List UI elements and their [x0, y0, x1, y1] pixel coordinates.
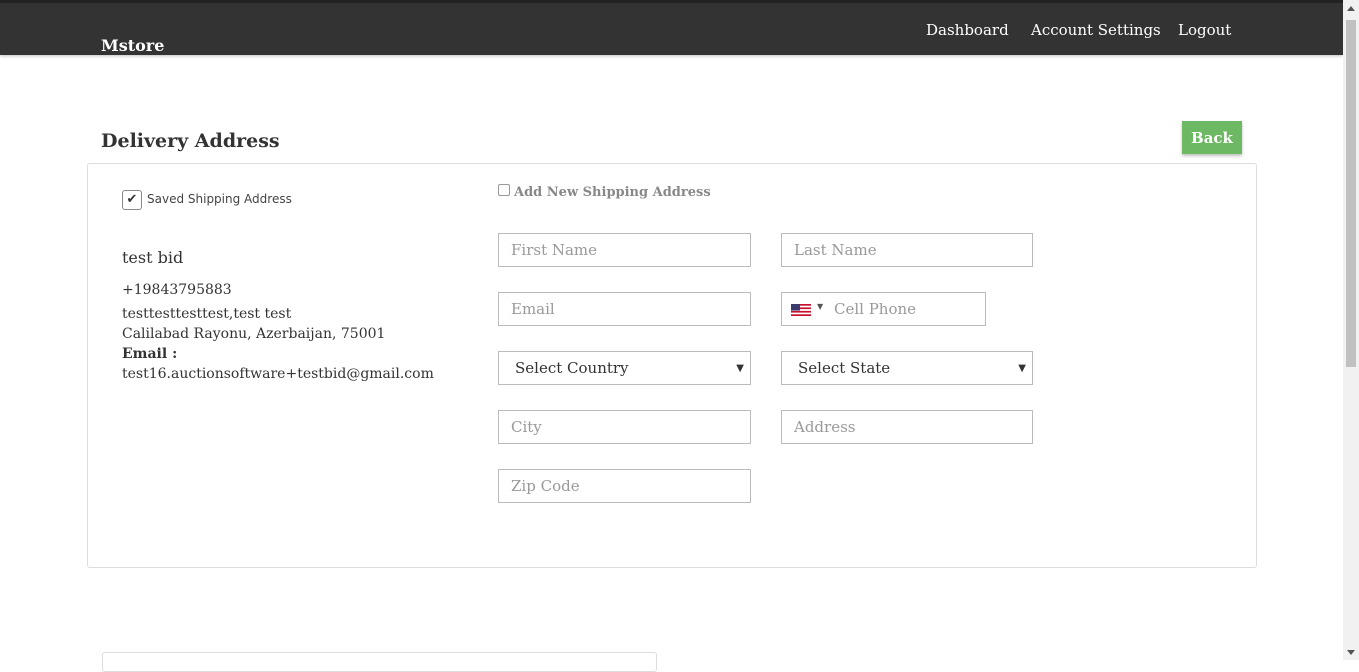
- cell-phone-field: ▼: [781, 292, 990, 326]
- page-scrollbar[interactable]: [1343, 0, 1359, 660]
- chevron-down-icon: ▼: [1018, 363, 1026, 374]
- zip-code-input[interactable]: [498, 469, 751, 503]
- new-address-checkbox[interactable]: [498, 184, 510, 196]
- cell-phone-input[interactable]: [828, 293, 990, 325]
- scroll-down-arrow-icon[interactable]: [1347, 650, 1355, 655]
- saved-address-label: Saved Shipping Address: [147, 192, 292, 206]
- next-section-box: [102, 652, 657, 672]
- nav-account-settings[interactable]: Account Settings: [1031, 21, 1161, 39]
- chevron-down-icon: ▼: [736, 363, 744, 374]
- new-address-label: Add New Shipping Address: [514, 185, 711, 200]
- saved-address-street: testtesttesttest,test test: [122, 306, 292, 322]
- state-select-value: Select State: [798, 359, 891, 377]
- saved-address-email-label: Email :: [122, 346, 178, 362]
- scroll-up-arrow-icon[interactable]: [1347, 6, 1355, 11]
- email-input[interactable]: [498, 292, 751, 326]
- address-input[interactable]: [781, 410, 1033, 444]
- top-navbar: Mstore Dashboard Account Settings Logout: [0, 0, 1343, 55]
- saved-address-phone: +19843795883: [122, 282, 232, 298]
- nav-logout[interactable]: Logout: [1178, 21, 1231, 39]
- back-button[interactable]: Back: [1182, 121, 1242, 154]
- nav-dashboard[interactable]: Dashboard: [926, 21, 1009, 39]
- state-select[interactable]: Select State ▼: [781, 351, 1033, 385]
- us-flag-icon[interactable]: [791, 304, 811, 316]
- saved-address-email: test16.auctionsoftware+testbid@gmail.com: [122, 366, 434, 382]
- checkmark-icon: ✔: [126, 192, 138, 207]
- saved-address-city-line: Calilabad Rayonu, Azerbaijan, 75001: [122, 326, 386, 342]
- last-name-input[interactable]: [781, 233, 1033, 267]
- scrollbar-thumb[interactable]: [1346, 20, 1356, 367]
- city-input[interactable]: [498, 410, 751, 444]
- saved-address-name: test bid: [122, 248, 184, 267]
- country-select[interactable]: Select Country ▼: [498, 351, 751, 385]
- brand-logo[interactable]: Mstore: [101, 36, 164, 55]
- first-name-input[interactable]: [498, 233, 751, 267]
- page-title: Delivery Address: [101, 130, 280, 152]
- country-select-value: Select Country: [515, 359, 629, 377]
- country-dropdown-chevron-icon[interactable]: ▼: [817, 302, 823, 311]
- saved-address-checkbox[interactable]: ✔: [122, 190, 142, 210]
